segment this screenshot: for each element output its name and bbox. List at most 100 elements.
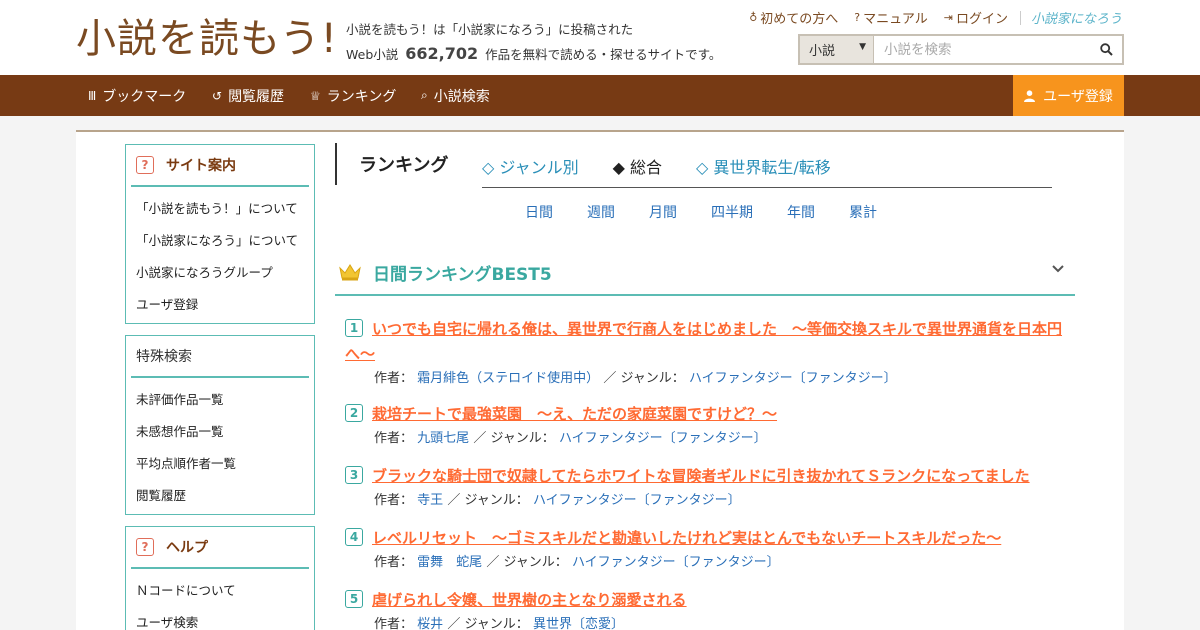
nav-history-label: 閲覧履歴 xyxy=(228,88,285,105)
manual-link[interactable]: ? マニュアル xyxy=(854,8,927,27)
beginners-link-label: 初めての方へ xyxy=(760,12,839,27)
sidebar-item-about-yomou[interactable]: 「小説を読もう！」について xyxy=(126,193,314,225)
search-button[interactable] xyxy=(1090,36,1122,63)
genre-link[interactable]: 異世界〔恋愛〕 xyxy=(533,617,624,630)
author-link[interactable]: 桜井 xyxy=(417,617,443,630)
register-label: ユーザ登録 xyxy=(1043,88,1113,105)
help-box: ? ヘルプ Ｎコードについて ユーザ検索 xyxy=(125,526,315,630)
sidebar-item-unrated[interactable]: 未評価作品一覧 xyxy=(126,384,314,416)
sidebar-item-about-narou[interactable]: 「小説家になろう」について xyxy=(126,225,314,257)
tab-genre[interactable]: ◇ ジャンル別 xyxy=(482,154,579,178)
site-guide-list: 「小説を読もう！」について 「小説家になろう」について 小説家になろうグループ … xyxy=(126,187,314,324)
sidebar-item-narou-group[interactable]: 小説家になろうグループ xyxy=(126,257,314,289)
search-icon xyxy=(1099,43,1113,56)
period-quarterly[interactable]: 四半期 xyxy=(711,202,753,222)
author-label: 作者： xyxy=(374,371,414,386)
search-input[interactable] xyxy=(874,36,1090,63)
tagline-suffix: 作品を無料で読める・探せるサイトです。 xyxy=(485,47,722,62)
novel-title-link[interactable]: ブラックな騎士団で奴隷してたらホワイトな冒険者ギルドに引き抜かれてＳランクになっ… xyxy=(345,464,1075,489)
search-category-value: 小説 xyxy=(809,44,836,59)
genre-label: ／ ジャンル： xyxy=(447,617,529,630)
user-icon xyxy=(1024,89,1036,102)
help-list: Ｎコードについて ユーザ検索 xyxy=(126,569,314,630)
genre-link[interactable]: ハイファンタジー〔ファンタジー〕 xyxy=(533,493,741,508)
site-guide-heading: ? サイト案内 xyxy=(131,145,309,187)
tab-isekai[interactable]: ◇ 異世界転生/転移 xyxy=(696,154,831,178)
period-yearly[interactable]: 年間 xyxy=(787,202,815,222)
search-icon: ⌕ xyxy=(421,88,428,102)
novel-title-link[interactable]: 栽培チートで最強菜園 ～え、ただの家庭菜園ですけど？～ xyxy=(345,402,1075,427)
sidebar-item-history[interactable]: 閲覧履歴 xyxy=(126,480,314,512)
question-icon: ? xyxy=(136,156,154,174)
nav-bookmark[interactable]: Ⅲ ブックマーク xyxy=(88,75,186,116)
genre-label: ／ ジャンル： xyxy=(473,431,555,446)
ranking-item: 2 栽培チートで最強菜園 ～え、ただの家庭菜園ですけど？～ 作者： 九頭七尾 ／… xyxy=(345,402,1075,449)
login-link-label: ログイン xyxy=(955,12,1008,27)
novel-title-link[interactable]: 虐げられし令嬢、世界樹の主となり溺愛される xyxy=(345,588,1075,613)
narou-partner-logo[interactable]: 小説家になろう xyxy=(1031,8,1122,27)
author-label: 作者： xyxy=(374,617,414,630)
login-link[interactable]: ⇥ ログイン xyxy=(944,8,1008,27)
crown-icon xyxy=(339,264,361,281)
author-link[interactable]: 雷舞 蛇尾 xyxy=(417,555,482,570)
divider xyxy=(1019,10,1021,25)
genre-label: ／ ジャンル： xyxy=(603,371,685,386)
rank-3-badge: 3 xyxy=(345,466,363,484)
special-search-heading: 特殊検索 xyxy=(131,336,309,378)
author-link[interactable]: 霜月緋色（ステロイド使用中） xyxy=(417,371,599,386)
period-weekly[interactable]: 週間 xyxy=(587,202,615,222)
ranking-title: ランキング xyxy=(335,143,448,185)
sidebar-item-no-review[interactable]: 未感想作品一覧 xyxy=(126,416,314,448)
novel-title-link[interactable]: いつでも自宅に帰れる俺は、異世界で行商人をはじめました ～等価交換スキルで異世界… xyxy=(345,317,1075,367)
genre-link[interactable]: ハイファンタジー〔ファンタジー〕 xyxy=(689,371,897,386)
author-label: 作者： xyxy=(374,493,414,508)
rank-1-badge: 1 xyxy=(345,319,363,337)
tab-overall[interactable]: ◆ 総合 xyxy=(613,154,662,178)
search-category-select[interactable]: 小説 ▼ xyxy=(800,36,874,63)
author-link[interactable]: 九頭七尾 xyxy=(417,431,469,446)
tagline-prefix: Web小説 xyxy=(346,47,399,62)
genre-label: ／ ジャンル： xyxy=(447,493,529,508)
novel-meta: 作者： 九頭七尾 ／ ジャンル： ハイファンタジー〔ファンタジー〕 xyxy=(374,429,1075,449)
beginners-link[interactable]: ♁ 初めての方へ xyxy=(749,8,838,27)
author-link[interactable]: 寺王 xyxy=(417,493,443,508)
bookmark-icon: Ⅲ xyxy=(88,88,97,103)
daily-best-header[interactable]: 日間ランキングBEST5 xyxy=(335,250,1075,296)
sidebar-item-user-register[interactable]: ユーザ登録 xyxy=(126,289,314,321)
sidebar-item-ncode[interactable]: Ｎコードについて xyxy=(126,575,314,607)
nav-search[interactable]: ⌕ 小説検索 xyxy=(421,75,490,116)
genre-link[interactable]: ハイファンタジー〔ファンタジー〕 xyxy=(559,431,767,446)
history-icon: ↺ xyxy=(212,88,223,103)
site-guide-title: サイト案内 xyxy=(166,158,236,174)
novel-meta: 作者： 桜井 ／ ジャンル： 異世界〔恋愛〕 xyxy=(374,615,1075,630)
nav-search-label: 小説検索 xyxy=(433,88,490,105)
period-daily[interactable]: 日間 xyxy=(525,202,553,222)
novel-meta: 作者： 雷舞 蛇尾 ／ ジャンル： ハイファンタジー〔ファンタジー〕 xyxy=(374,553,1075,573)
site-logo[interactable]: 小説を読もう! xyxy=(76,14,338,64)
period-monthly[interactable]: 月間 xyxy=(649,202,677,222)
sidebar-item-user-search[interactable]: ユーザ検索 xyxy=(126,607,314,630)
nav-ranking[interactable]: ♕ ランキング xyxy=(310,75,396,116)
nav-history[interactable]: ↺ 閲覧履歴 xyxy=(212,75,284,116)
novel-meta: 作者： 霜月緋色（ステロイド使用中） ／ ジャンル： ハイファンタジー〔ファンタ… xyxy=(374,369,1075,389)
rank-2-badge: 2 xyxy=(345,404,363,422)
help-title: ヘルプ xyxy=(166,540,208,556)
genre-label: ／ ジャンル： xyxy=(486,555,568,570)
tabs-divider xyxy=(482,187,1052,188)
rank-5-badge: 5 xyxy=(345,590,363,608)
ranking-item: 4 レベルリセット ～ゴミスキルだと勘違いしたけれど実はとんでもないチートスキル… xyxy=(345,526,1075,573)
ranking-tabs: ◇ ジャンル別 ◆ 総合 ◇ 異世界転生/転移 xyxy=(482,154,865,178)
chevron-down-icon[interactable] xyxy=(1051,262,1065,276)
help-circle-icon: ? xyxy=(854,11,861,24)
period-total[interactable]: 累計 xyxy=(849,202,877,222)
author-label: 作者： xyxy=(374,555,414,570)
sidebar-item-avg-authors[interactable]: 平均点順作者一覧 xyxy=(126,448,314,480)
content-panel: ? サイト案内 「小説を読もう！」について 「小説家になろう」について 小説家に… xyxy=(76,130,1124,630)
novel-title-link[interactable]: レベルリセット ～ゴミスキルだと勘違いしたけれど実はとんでもないチートスキルだっ… xyxy=(345,526,1075,551)
manual-link-label: マニュアル xyxy=(863,12,928,27)
site-tagline: 小説を読もう！は「小説家になろう」に投稿された Web小説 662,702 作品… xyxy=(346,18,721,67)
genre-link[interactable]: ハイファンタジー〔ファンタジー〕 xyxy=(572,555,780,570)
special-search-title: 特殊検索 xyxy=(136,349,192,365)
register-button[interactable]: ユーザ登録 xyxy=(1013,75,1124,116)
ranking-item: 1 いつでも自宅に帰れる俺は、異世界で行商人をはじめました ～等価交換スキルで異… xyxy=(345,317,1075,389)
